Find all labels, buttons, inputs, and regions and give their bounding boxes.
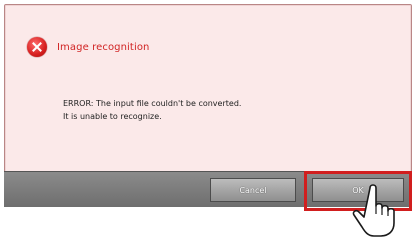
cancel-button[interactable]: Cancel [210, 178, 296, 202]
dialog-header: Image recognition [27, 35, 149, 59]
error-message: ERROR: The input file couldn't be conver… [63, 97, 241, 123]
screenshot-stage: Image recognition ERROR: The input file … [0, 0, 414, 241]
error-message-line: ERROR: The input file couldn't be conver… [63, 99, 242, 108]
dialog-title: Image recognition [57, 41, 150, 53]
error-icon [27, 37, 47, 57]
error-message-line: It is unable to recognize. [63, 112, 162, 121]
pointing-hand-icon [352, 184, 395, 237]
